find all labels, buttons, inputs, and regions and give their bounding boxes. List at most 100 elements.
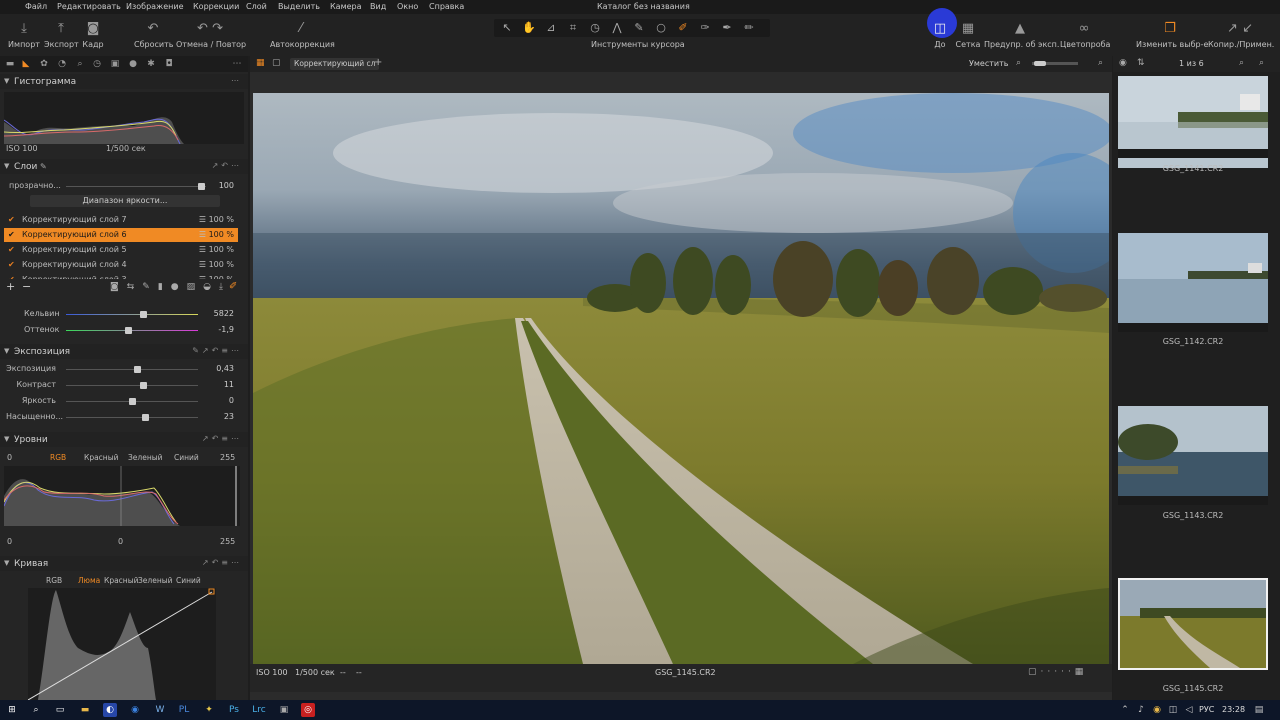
layer-tools-icons[interactable]: ◙⇆✎▮●▨◒⤓ [110, 282, 231, 292]
levels-header-icons[interactable]: ↗↶≡⋯ [202, 434, 242, 443]
clock[interactable]: 23:28 [1222, 705, 1245, 714]
undo-redo-button[interactable]: ↶ ↷ Отмена / Повтор [176, 14, 246, 56]
slider-knob[interactable] [140, 382, 147, 389]
slider-knob[interactable] [134, 366, 141, 373]
histogram-header[interactable]: ▼ Гистограмма ⋯ [0, 74, 248, 89]
explorer-icon[interactable]: ▬ [78, 703, 92, 717]
luma-range-button[interactable]: Диапазон яркости... [30, 195, 220, 207]
levels-output-mid[interactable]: 0 [118, 537, 123, 546]
layers-header[interactable]: ▼ Слои ✎ ↗↶⋯ [0, 159, 248, 174]
exposure-slider[interactable]: Экспозиция 0,43 [0, 362, 248, 376]
export-button[interactable]: ⤒ Экспорт [44, 14, 79, 56]
crop-icon[interactable]: ⌗ [564, 21, 582, 35]
mic-icon[interactable]: ♪ [1134, 703, 1148, 717]
slider-knob[interactable] [142, 414, 149, 421]
menu-file[interactable]: Файл [25, 2, 47, 11]
brush-icon[interactable]: ✐ [674, 21, 692, 35]
slider-knob[interactable] [129, 398, 136, 405]
grid-view-icon[interactable]: ▦ [256, 58, 265, 68]
thumbnail-selected[interactable] [1118, 578, 1268, 670]
zoom-icon[interactable]: ⌕ [1239, 58, 1244, 68]
layer-opacity-slider[interactable]: прозрачно... 100 [0, 179, 248, 193]
brush-active-icon[interactable]: ✐ [229, 281, 237, 292]
tint-slider[interactable]: Оттенок -1,9 [0, 323, 248, 337]
levels-channel-green[interactable]: Зеленый [128, 453, 163, 462]
layer-row[interactable]: ✔ Корректирующий слой 5 ☰ 100 % [4, 243, 238, 257]
notifications-icon[interactable]: ▤ [1252, 703, 1266, 717]
eye-icon[interactable]: ◉ [1119, 58, 1127, 68]
levels-channel-blue[interactable]: Синий [174, 453, 199, 462]
rotate-icon[interactable]: ◷ [586, 21, 604, 35]
layers-header-icons[interactable]: ↗↶⋯ [212, 161, 242, 170]
lightroom-icon[interactable]: Lrc [252, 703, 266, 717]
layer-tab[interactable]: Корректирующий сл [290, 58, 380, 70]
library-tab-icon[interactable]: ▬ [5, 59, 15, 69]
exposure-header[interactable]: ▼ Экспозиция ✎↗↶≡⋯ [0, 344, 248, 359]
language-indicator[interactable]: РУС [1199, 705, 1214, 714]
layer-row[interactable]: ✔ Корректирующий слой 3 ☰100 % [4, 273, 238, 279]
fit-label[interactable]: Уместить [969, 59, 1008, 68]
levels-header[interactable]: ▼ Уровни ↗↶≡⋯ [0, 432, 248, 447]
layer-settings-icon[interactable]: ☰ [199, 215, 206, 224]
curve-channel-red[interactable]: Красный [104, 576, 139, 585]
curve-channel-luma[interactable]: Люма [78, 576, 100, 585]
color-tab-icon[interactable]: ✿ [39, 59, 49, 69]
circle-icon[interactable]: ○ [652, 21, 670, 35]
spot-icon[interactable]: ✎ [630, 21, 648, 35]
color-probe-button[interactable]: ∞ Цветопроба [1060, 14, 1110, 56]
search-icon[interactable]: ⌕ [1259, 58, 1264, 68]
pointer-icon[interactable]: ↖ [498, 21, 516, 35]
task-view-icon[interactable]: ▭ [53, 703, 67, 717]
windows-start-icon[interactable]: ⊞ [5, 703, 19, 717]
eraser-icon[interactable]: ✏ [740, 21, 758, 35]
loupe-icon[interactable]: ⊿ [542, 21, 560, 35]
curve-header-icons[interactable]: ↗↶≡⋯ [202, 558, 242, 567]
thumbnail[interactable] [1118, 406, 1268, 498]
import-button[interactable]: ⤓ Импорт [8, 14, 40, 56]
check-icon[interactable]: ✔ [8, 230, 15, 239]
exposure-slider[interactable]: Насыщенно... 23 [0, 410, 248, 424]
kelvin-slider[interactable]: Кельвин 5822 [0, 307, 248, 321]
app-icon-2[interactable]: ◉ [128, 703, 142, 717]
slider-knob[interactable] [125, 327, 132, 334]
layer-settings-icon[interactable]: ☰ [199, 230, 206, 239]
single-view-icon[interactable]: ▢ [272, 58, 281, 68]
thumbnail[interactable] [1118, 233, 1268, 325]
app-icon-5[interactable]: ✦ [202, 703, 216, 717]
layer-settings-icon[interactable]: ☰ [199, 260, 206, 269]
check-icon[interactable]: ✔ [8, 260, 15, 269]
chrome-icon[interactable]: ◉ [1150, 703, 1164, 717]
check-icon[interactable]: ✔ [8, 245, 15, 254]
menu-layer[interactable]: Слой [246, 2, 267, 11]
menu-image[interactable]: Изображение [126, 2, 184, 11]
edit-selected-button[interactable]: ❐ Изменить выбр-е [1136, 14, 1208, 56]
layer-row[interactable]: ✔ Корректирующий слой 7 ☰ 100 % [4, 213, 238, 227]
slider-knob[interactable] [198, 183, 205, 190]
levels-output-high[interactable]: 255 [220, 537, 235, 546]
app-icon-6[interactable]: ▣ [277, 703, 291, 717]
curve-channel-blue[interactable]: Синий [176, 576, 201, 585]
copy-apply-button[interactable]: ↗ ↙ Копир./Примен. [1208, 14, 1274, 56]
menu-view[interactable]: Вид [370, 2, 386, 11]
settings-tab-icon[interactable]: ✱ [146, 59, 156, 69]
main-photo[interactable] [253, 93, 1109, 664]
levels-input-low[interactable]: 0 [7, 453, 12, 462]
network-icon[interactable]: ◫ [1166, 703, 1180, 717]
thumb-rating-bar[interactable] [1118, 323, 1268, 332]
add-layer-icon[interactable]: + [6, 280, 15, 293]
app-icon-4[interactable]: PL [177, 703, 191, 717]
reset-button[interactable]: ↶ Сбросить [134, 14, 173, 56]
camera-tab-icon[interactable]: ◣ [21, 59, 31, 69]
curve-channel-green[interactable]: Зеленый [138, 576, 173, 585]
zoom-knob[interactable] [1034, 61, 1046, 66]
menu-camera[interactable]: Камера [330, 2, 362, 11]
remove-layer-icon[interactable]: − [22, 280, 31, 293]
menu-edit[interactable]: Редактировать [57, 2, 121, 11]
app-icon-3[interactable]: W [153, 703, 167, 717]
curve-channel-rgb[interactable]: RGB [46, 576, 62, 585]
details-tab-icon[interactable]: ◷ [92, 59, 102, 69]
slider-knob[interactable] [140, 311, 147, 318]
levels-output-low[interactable]: 0 [7, 537, 12, 546]
layer-row[interactable]: ✔ Корректирующий слой 6 ☰ 100 % [4, 228, 238, 242]
exposure-slider[interactable]: Контраст 11 [0, 378, 248, 392]
